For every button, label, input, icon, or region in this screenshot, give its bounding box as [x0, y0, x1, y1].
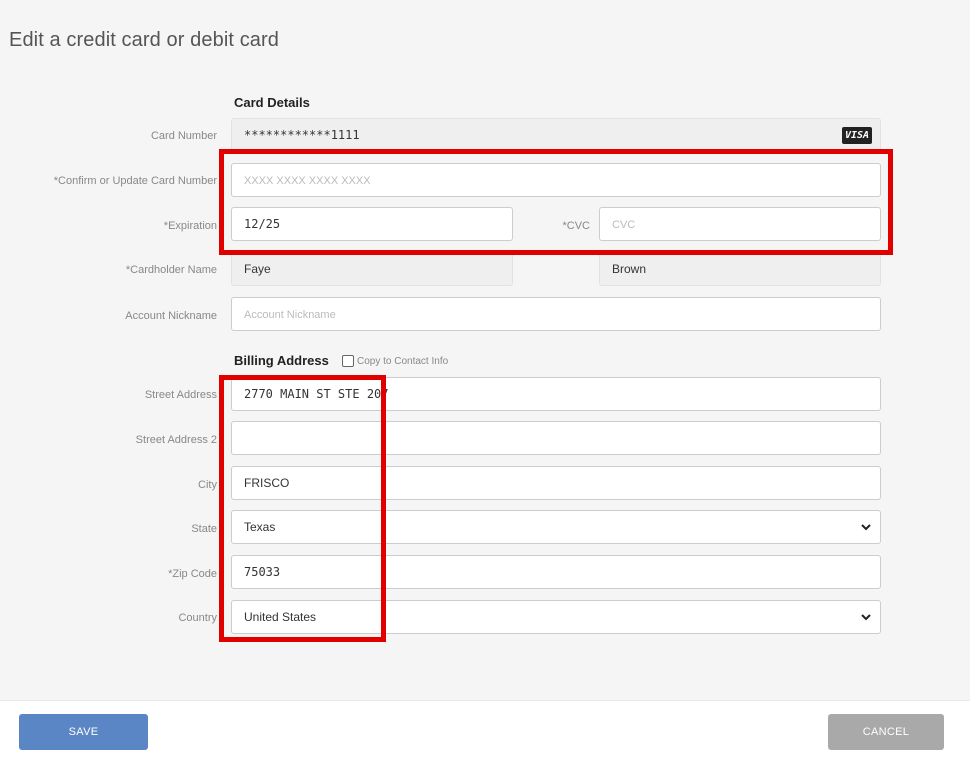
confirm-card-number-placeholder: XXXX XXXX XXXX XXXX: [244, 175, 371, 187]
expiration-value: 12/25: [244, 217, 281, 231]
copy-to-contact-label: Copy to Contact Info: [357, 355, 449, 367]
confirm-card-number-label: *Confirm or Update Card Number: [53, 175, 217, 187]
cvc-placeholder: CVC: [612, 219, 636, 231]
country-select[interactable]: United States: [231, 600, 881, 634]
street-address-label: Street Address: [144, 389, 217, 401]
street-address-2-input[interactable]: [231, 421, 881, 455]
city-value: FRISCO: [244, 476, 290, 490]
chevron-down-icon: [861, 614, 871, 621]
country-value: United States: [244, 610, 317, 624]
expiration-label: *Expiration: [163, 220, 217, 232]
account-nickname-input[interactable]: Account Nickname: [231, 297, 881, 331]
card-details-heading: Card Details: [234, 95, 310, 110]
cardholder-name-label: *Cardholder Name: [125, 264, 217, 276]
visa-icon: VISA: [842, 127, 872, 144]
card-number-field: ************1111 VISA: [231, 118, 881, 152]
expiration-input[interactable]: 12/25: [231, 207, 513, 241]
cardholder-last-name-value: Brown: [612, 262, 647, 276]
cardholder-last-name-field: Brown: [599, 252, 881, 286]
country-label: Country: [178, 612, 217, 624]
city-label: City: [198, 479, 217, 491]
state-label: State: [191, 523, 217, 535]
state-select[interactable]: Texas: [231, 510, 881, 544]
cardholder-first-name-field: Faye: [231, 252, 513, 286]
city-input[interactable]: FRISCO: [231, 466, 881, 500]
card-number-value: ************1111: [244, 128, 360, 142]
cardholder-first-name-value: Faye: [244, 262, 271, 276]
copy-to-contact-checkbox[interactable]: [342, 355, 354, 367]
billing-address-heading: Billing Address: [234, 353, 329, 368]
save-button[interactable]: SAVE: [19, 714, 148, 750]
street-address-2-label: Street Address 2: [135, 434, 217, 446]
card-number-label: Card Number: [150, 130, 217, 142]
zip-code-value: 75033: [244, 565, 281, 579]
cvc-label: *CVC: [562, 220, 590, 232]
chevron-down-icon: [861, 524, 871, 531]
page-title: Edit a credit card or debit card: [9, 29, 279, 51]
cancel-button[interactable]: CANCEL: [828, 714, 944, 750]
zip-code-input[interactable]: 75033: [231, 555, 881, 589]
cvc-input[interactable]: CVC: [599, 207, 881, 241]
zip-code-label: *Zip Code: [168, 568, 217, 580]
street-address-value: 2770 MAIN ST STE 207: [244, 387, 389, 401]
street-address-input[interactable]: 2770 MAIN ST STE 207: [231, 377, 881, 411]
confirm-card-number-input[interactable]: XXXX XXXX XXXX XXXX: [231, 163, 881, 197]
account-nickname-placeholder: Account Nickname: [244, 309, 336, 321]
state-value: Texas: [244, 520, 276, 534]
copy-to-contact-toggle[interactable]: Copy to Contact Info: [342, 355, 448, 367]
account-nickname-label: Account Nickname: [125, 310, 217, 322]
